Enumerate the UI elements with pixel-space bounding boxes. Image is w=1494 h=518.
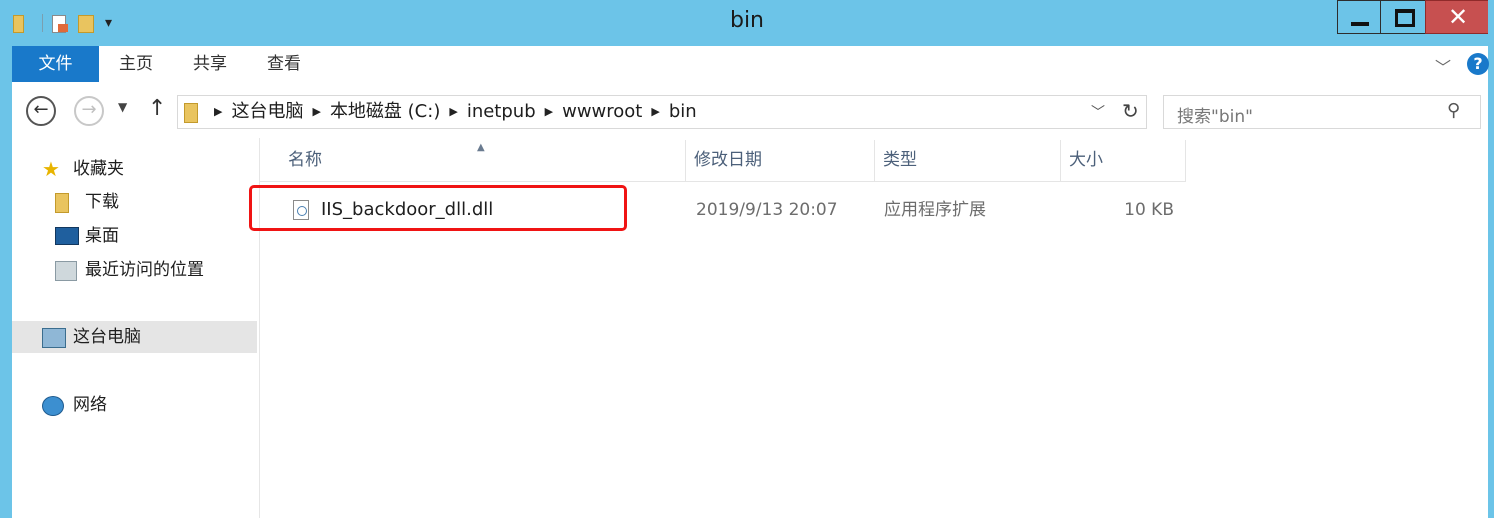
breadcrumb-separator-icon[interactable]: ▶ xyxy=(214,96,222,128)
star-icon: ★ xyxy=(42,157,60,181)
address-history-chevron-icon[interactable]: ﹀ xyxy=(1091,102,1105,122)
sidebar-item-label: 最近访问的位置 xyxy=(85,260,204,280)
file-name[interactable]: IIS_backdoor_dll.dll xyxy=(321,190,493,230)
breadcrumb-separator-icon[interactable]: ▶ xyxy=(651,96,659,128)
window-frame-right xyxy=(1488,0,1494,518)
folder-icon xyxy=(184,103,198,123)
forward-arrow-icon: → xyxy=(81,99,97,120)
window-title: bin xyxy=(729,8,765,33)
maximize-icon xyxy=(1395,9,1415,27)
tab-share[interactable]: 共享 xyxy=(182,46,238,82)
column-header-name[interactable]: 名称 xyxy=(260,140,686,181)
search-icon[interactable]: ⚲ xyxy=(1447,100,1460,121)
tab-view[interactable]: 查看 xyxy=(256,46,312,82)
sidebar-item-label: 这台电脑 xyxy=(73,327,141,347)
back-arrow-icon: ← xyxy=(33,99,49,120)
computer-icon xyxy=(42,328,66,348)
breadcrumb-separator-icon[interactable]: ▶ xyxy=(545,96,553,128)
close-button[interactable]: ✕ xyxy=(1425,0,1489,34)
forward-button[interactable]: → xyxy=(74,96,104,126)
back-button[interactable]: ← xyxy=(26,96,56,126)
close-icon: ✕ xyxy=(1447,3,1469,31)
file-row[interactable]: IIS_backdoor_dll.dll 2019/9/13 20:07 应用程… xyxy=(260,190,1186,230)
breadcrumb-separator-icon[interactable]: ▶ xyxy=(449,96,457,128)
sidebar-item-favorites[interactable]: ★ 收藏夹 xyxy=(12,153,257,185)
navigation-bar: ← → ▼ ↑ ▶ 这台电脑 ▶ 本地磁盘 (C:) ▶ inetpub ▶ w… xyxy=(12,84,1488,138)
sidebar-item-this-pc[interactable]: 这台电脑 xyxy=(12,321,257,353)
tab-file[interactable]: 文件 xyxy=(12,46,99,82)
file-list: 名称 ▲ 修改日期 类型 大小 IIS_backdoor_dll.dll 201… xyxy=(260,138,1488,518)
breadcrumb-this-pc[interactable]: 这台电脑 xyxy=(231,96,303,128)
help-icon[interactable]: ? xyxy=(1467,53,1489,75)
search-placeholder[interactable]: 搜索"bin" xyxy=(1177,102,1253,127)
column-header-date-modified[interactable]: 修改日期 xyxy=(686,140,875,181)
title-bar: ▾ bin ✕ xyxy=(0,0,1494,46)
sidebar-item-label: 收藏夹 xyxy=(73,159,124,179)
sidebar-item-desktop[interactable]: 桌面 xyxy=(12,220,257,252)
breadcrumb: ▶ 这台电脑 ▶ 本地磁盘 (C:) ▶ inetpub ▶ wwwroot ▶… xyxy=(214,96,697,128)
breadcrumb-bin[interactable]: bin xyxy=(669,96,697,128)
sidebar-item-network[interactable]: 网络 xyxy=(12,389,257,421)
recent-places-icon xyxy=(55,261,77,281)
minimize-icon xyxy=(1351,22,1369,26)
file-date-modified: 2019/9/13 20:07 xyxy=(696,200,838,220)
window-frame-left xyxy=(0,0,12,518)
refresh-icon[interactable]: ↻ xyxy=(1122,99,1139,123)
sort-ascending-icon: ▲ xyxy=(477,142,485,153)
network-icon xyxy=(42,396,64,416)
breadcrumb-local-disk[interactable]: 本地磁盘 (C:) xyxy=(330,96,440,128)
sidebar-item-downloads[interactable]: 下载 xyxy=(12,186,257,218)
sidebar-item-label: 桌面 xyxy=(85,226,119,246)
column-header-size[interactable]: 大小 xyxy=(1061,140,1186,181)
sidebar-item-recent-places[interactable]: 最近访问的位置 xyxy=(12,254,257,286)
breadcrumb-inetpub[interactable]: inetpub xyxy=(467,96,536,128)
search-box[interactable]: 搜索"bin" ⚲ xyxy=(1163,95,1481,129)
maximize-button[interactable] xyxy=(1380,0,1426,34)
minimize-button[interactable] xyxy=(1337,0,1381,34)
ribbon-tabs: 文件 主页 共享 查看 ﹀ ? xyxy=(12,46,1489,85)
sidebar-item-label: 下载 xyxy=(85,192,119,212)
folder-icon xyxy=(55,193,69,213)
breadcrumb-wwwroot[interactable]: wwwroot xyxy=(562,96,642,128)
desktop-icon xyxy=(55,227,79,245)
sidebar-item-label: 网络 xyxy=(73,395,107,415)
tab-home[interactable]: 主页 xyxy=(109,46,163,82)
expand-ribbon-chevron-icon[interactable]: ﹀ xyxy=(1435,54,1451,78)
navigation-pane: ★ 收藏夹 下载 桌面 最近访问的位置 这台电脑 网络 xyxy=(12,138,260,518)
file-size: 10 KB xyxy=(1124,200,1174,220)
file-type: 应用程序扩展 xyxy=(884,200,986,220)
recent-locations-chevron-icon[interactable]: ▼ xyxy=(118,100,127,114)
dll-file-icon xyxy=(293,200,309,220)
breadcrumb-separator-icon[interactable]: ▶ xyxy=(312,96,320,128)
up-arrow-button[interactable]: ↑ xyxy=(148,96,166,121)
column-header-row: 名称 ▲ 修改日期 类型 大小 xyxy=(260,140,1186,182)
address-bar[interactable]: ▶ 这台电脑 ▶ 本地磁盘 (C:) ▶ inetpub ▶ wwwroot ▶… xyxy=(177,95,1147,129)
column-header-type[interactable]: 类型 xyxy=(875,140,1061,181)
